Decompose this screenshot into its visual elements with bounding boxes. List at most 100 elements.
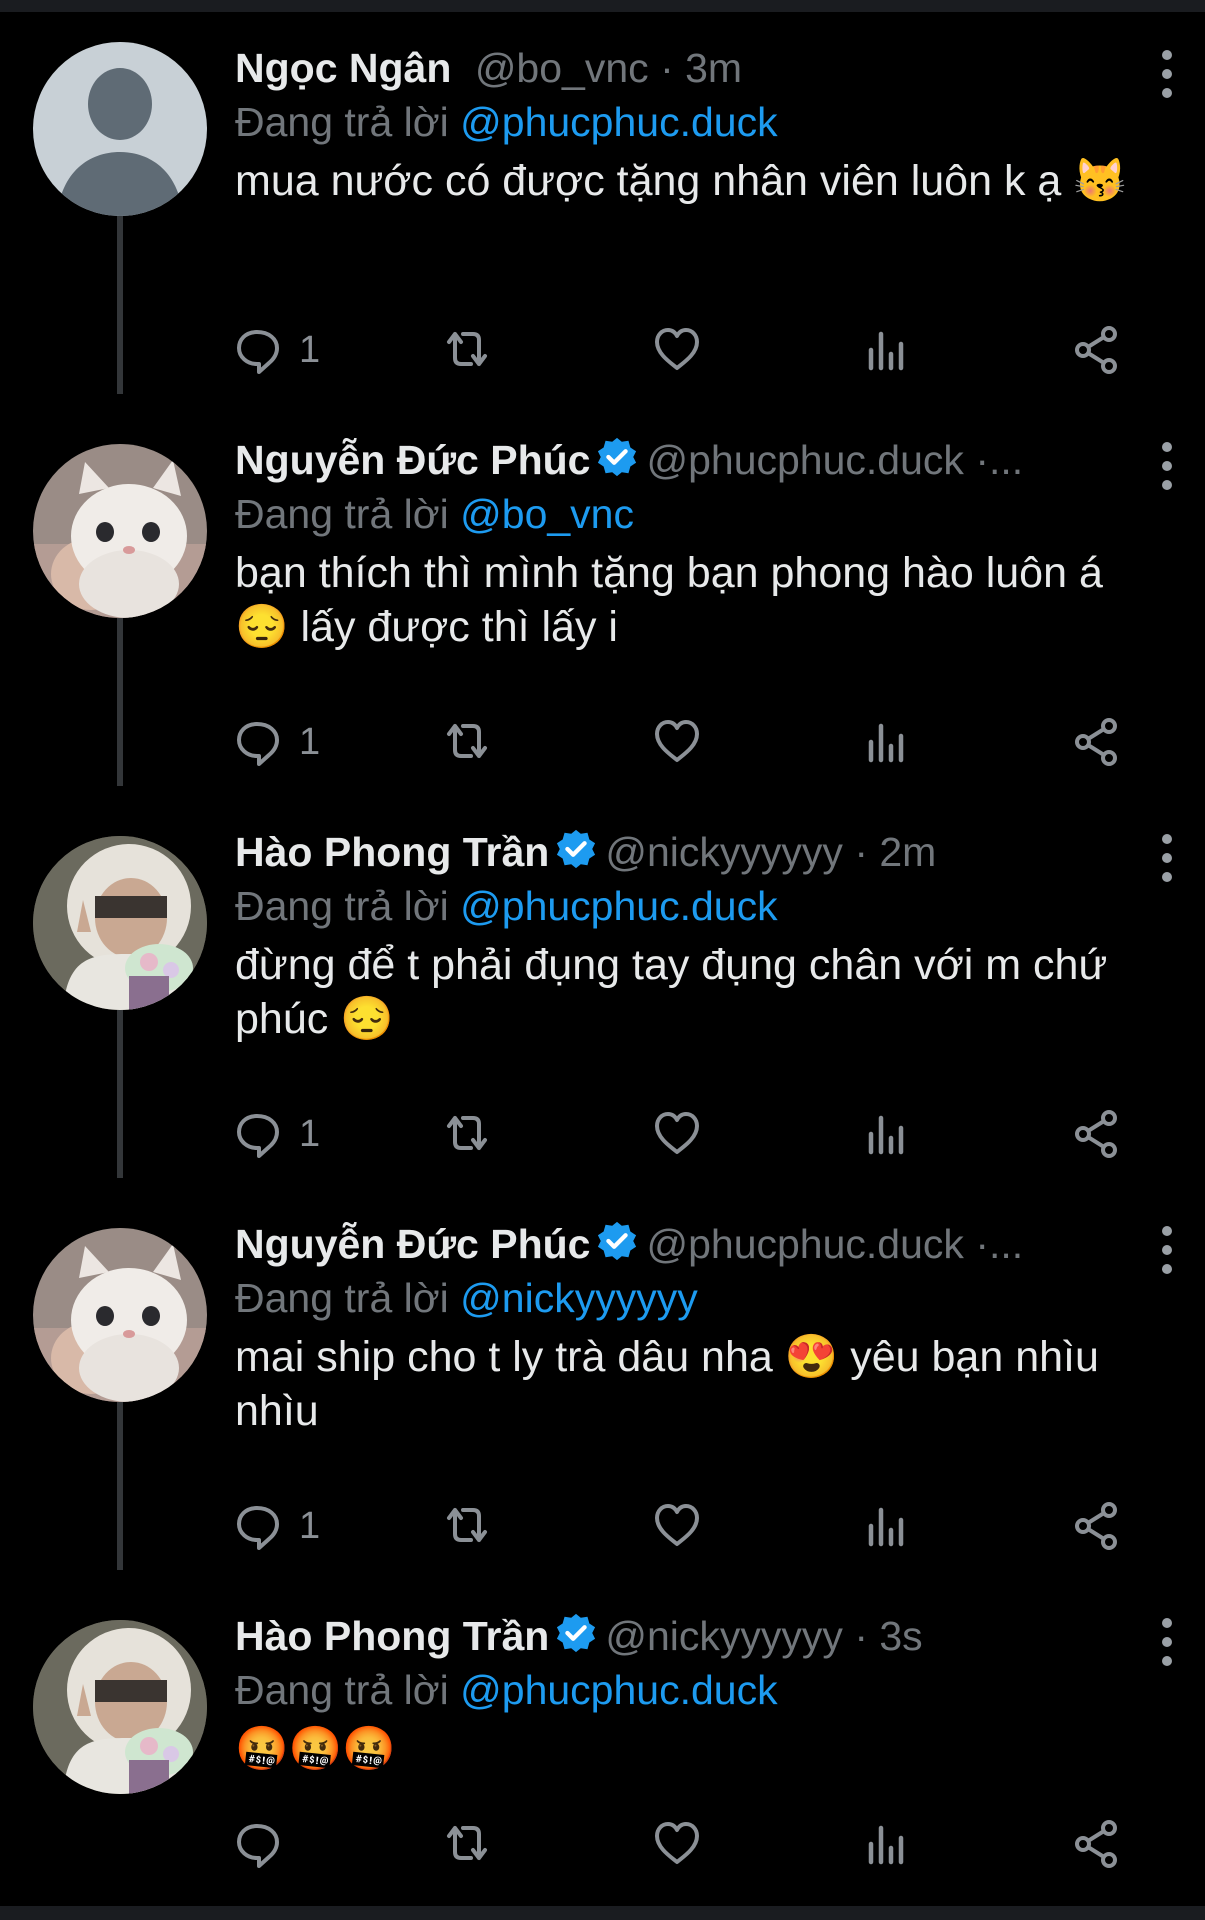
retweet-button[interactable]	[441, 320, 493, 380]
views-button[interactable]	[861, 1496, 913, 1556]
replying-to: Đang trả lời @nickyyyyyy	[235, 1272, 1135, 1324]
mention-link[interactable]: @phucphuc.duck	[460, 1667, 777, 1713]
bar-chart-icon	[861, 1500, 913, 1552]
timestamp[interactable]: ·...	[975, 437, 1023, 483]
bar-chart-icon	[861, 1108, 913, 1160]
tweet-header: Ngọc Ngân @bo_vnc · 3m	[235, 40, 1115, 96]
user-handle[interactable]: @phucphuc.duck	[646, 437, 963, 483]
reply-count: 1	[299, 1112, 321, 1155]
retweet-button[interactable]	[441, 1814, 493, 1874]
retweet-button[interactable]	[441, 712, 493, 772]
replying-label: Đang trả lời	[235, 99, 449, 145]
share-icon	[1075, 718, 1117, 766]
avatar[interactable]	[33, 1620, 207, 1794]
reply-button[interactable]: 1	[235, 320, 320, 380]
timestamp[interactable]: ·...	[975, 1221, 1023, 1267]
retweet-button[interactable]	[441, 1496, 493, 1556]
reply-icon	[237, 1824, 279, 1868]
reply-count: 1	[299, 720, 321, 763]
mention-link[interactable]: @phucphuc.duck	[460, 99, 777, 145]
timestamp[interactable]: · 3s	[854, 1613, 922, 1659]
share-button[interactable]	[1071, 320, 1123, 380]
action-bar: 1	[235, 712, 1135, 772]
heart-icon	[655, 328, 699, 370]
timestamp[interactable]: · 3m	[660, 45, 742, 91]
retweet-icon	[447, 1508, 487, 1542]
retweet-icon	[447, 332, 487, 366]
tweet-text: 🤬🤬🤬	[235, 1725, 396, 1773]
retweet-icon	[447, 724, 487, 758]
display-name[interactable]: Hào Phong Trần	[235, 829, 549, 875]
reply-button[interactable]: 1	[235, 1104, 320, 1164]
tweet-text: đừng để t phải đụng tay đụng chân với m …	[235, 941, 1108, 1043]
share-icon	[1075, 326, 1117, 374]
replying-label: Đang trả lời	[235, 883, 449, 929]
more-options-icon[interactable]	[1155, 1618, 1179, 1666]
more-options-icon[interactable]	[1155, 442, 1179, 490]
reply-button[interactable]: 1	[235, 1496, 320, 1556]
share-button[interactable]	[1071, 1104, 1123, 1164]
user-handle[interactable]: @bo_vnc	[475, 45, 649, 91]
more-options-icon[interactable]	[1155, 834, 1179, 882]
views-button[interactable]	[861, 1814, 913, 1874]
mention-link[interactable]: @nickyyyyyy	[460, 1275, 698, 1321]
reply-button[interactable]: 1	[235, 712, 320, 772]
share-icon	[1075, 1820, 1117, 1868]
heart-icon	[655, 1822, 699, 1864]
views-button[interactable]	[861, 712, 913, 772]
replying-label: Đang trả lời	[235, 491, 449, 537]
share-button[interactable]	[1071, 712, 1123, 772]
avatar[interactable]	[33, 444, 207, 618]
display-name[interactable]: Nguyễn Đức Phúc	[235, 437, 590, 483]
avatar[interactable]	[33, 1228, 207, 1402]
like-button[interactable]	[651, 1104, 703, 1164]
like-button[interactable]	[651, 320, 703, 380]
user-handle[interactable]: @nickyyyyyy	[605, 1613, 843, 1659]
avatar[interactable]	[33, 836, 207, 1010]
user-handle[interactable]: @nickyyyyyy	[605, 829, 843, 875]
bar-chart-icon	[861, 716, 913, 768]
display-name[interactable]: Ngọc Ngân	[235, 45, 451, 91]
more-options-icon[interactable]	[1155, 1226, 1179, 1274]
top-divider	[0, 0, 1205, 12]
tweet-header: Nguyễn Đức Phúc @phucphuc.duck ·...	[235, 1216, 1115, 1272]
replying-label: Đang trả lời	[235, 1667, 449, 1713]
tweet[interactable]: Nguyễn Đức Phúc @phucphuc.duck ·... Đang …	[0, 414, 1205, 806]
like-button[interactable]	[651, 1496, 703, 1556]
replying-label: Đang trả lời	[235, 1275, 449, 1321]
mention-link[interactable]: @bo_vnc	[460, 491, 634, 537]
retweet-icon	[447, 1826, 487, 1860]
tweet-text: mai ship cho t ly trà dâu nha 😍 yêu bạn …	[235, 1333, 1099, 1435]
views-button[interactable]	[861, 1104, 913, 1164]
share-button[interactable]	[1071, 1814, 1123, 1874]
tweet[interactable]: Hào Phong Trần @nickyyyyyy · 2m Đang trả …	[0, 806, 1205, 1198]
bottom-divider	[0, 1906, 1205, 1920]
action-bar	[235, 1814, 1135, 1874]
reply-count: 1	[299, 1504, 321, 1547]
like-button[interactable]	[651, 1814, 703, 1874]
tweet[interactable]: Hào Phong Trần @nickyyyyyy · 3s Đang trả …	[0, 1590, 1205, 1906]
timestamp[interactable]: · 2m	[854, 829, 936, 875]
verified-badge-icon	[555, 1612, 597, 1654]
avatar[interactable]	[33, 42, 207, 216]
verified-badge-icon	[596, 436, 638, 478]
like-button[interactable]	[651, 712, 703, 772]
action-bar: 1	[235, 1496, 1135, 1556]
mention-link[interactable]: @phucphuc.duck	[460, 883, 777, 929]
display-name[interactable]: Hào Phong Trần	[235, 1613, 549, 1659]
cat-photo	[33, 444, 207, 618]
retweet-button[interactable]	[441, 1104, 493, 1164]
reply-button[interactable]	[235, 1814, 299, 1874]
reply-icon	[237, 1114, 279, 1158]
tweet[interactable]: Ngọc Ngân @bo_vnc · 3m Đang trả lời @phu…	[0, 22, 1205, 414]
user-handle[interactable]: @phucphuc.duck	[646, 1221, 963, 1267]
display-name[interactable]: Nguyễn Đức Phúc	[235, 1221, 590, 1267]
replying-to: Đang trả lời @bo_vnc	[235, 488, 1135, 540]
person-photo	[33, 1620, 207, 1794]
tweet[interactable]: Nguyễn Đức Phúc @phucphuc.duck ·... Đang …	[0, 1198, 1205, 1590]
views-button[interactable]	[861, 320, 913, 380]
reply-icon	[237, 722, 279, 766]
reply-icon	[237, 1506, 279, 1550]
share-button[interactable]	[1071, 1496, 1123, 1556]
more-options-icon[interactable]	[1155, 50, 1179, 98]
